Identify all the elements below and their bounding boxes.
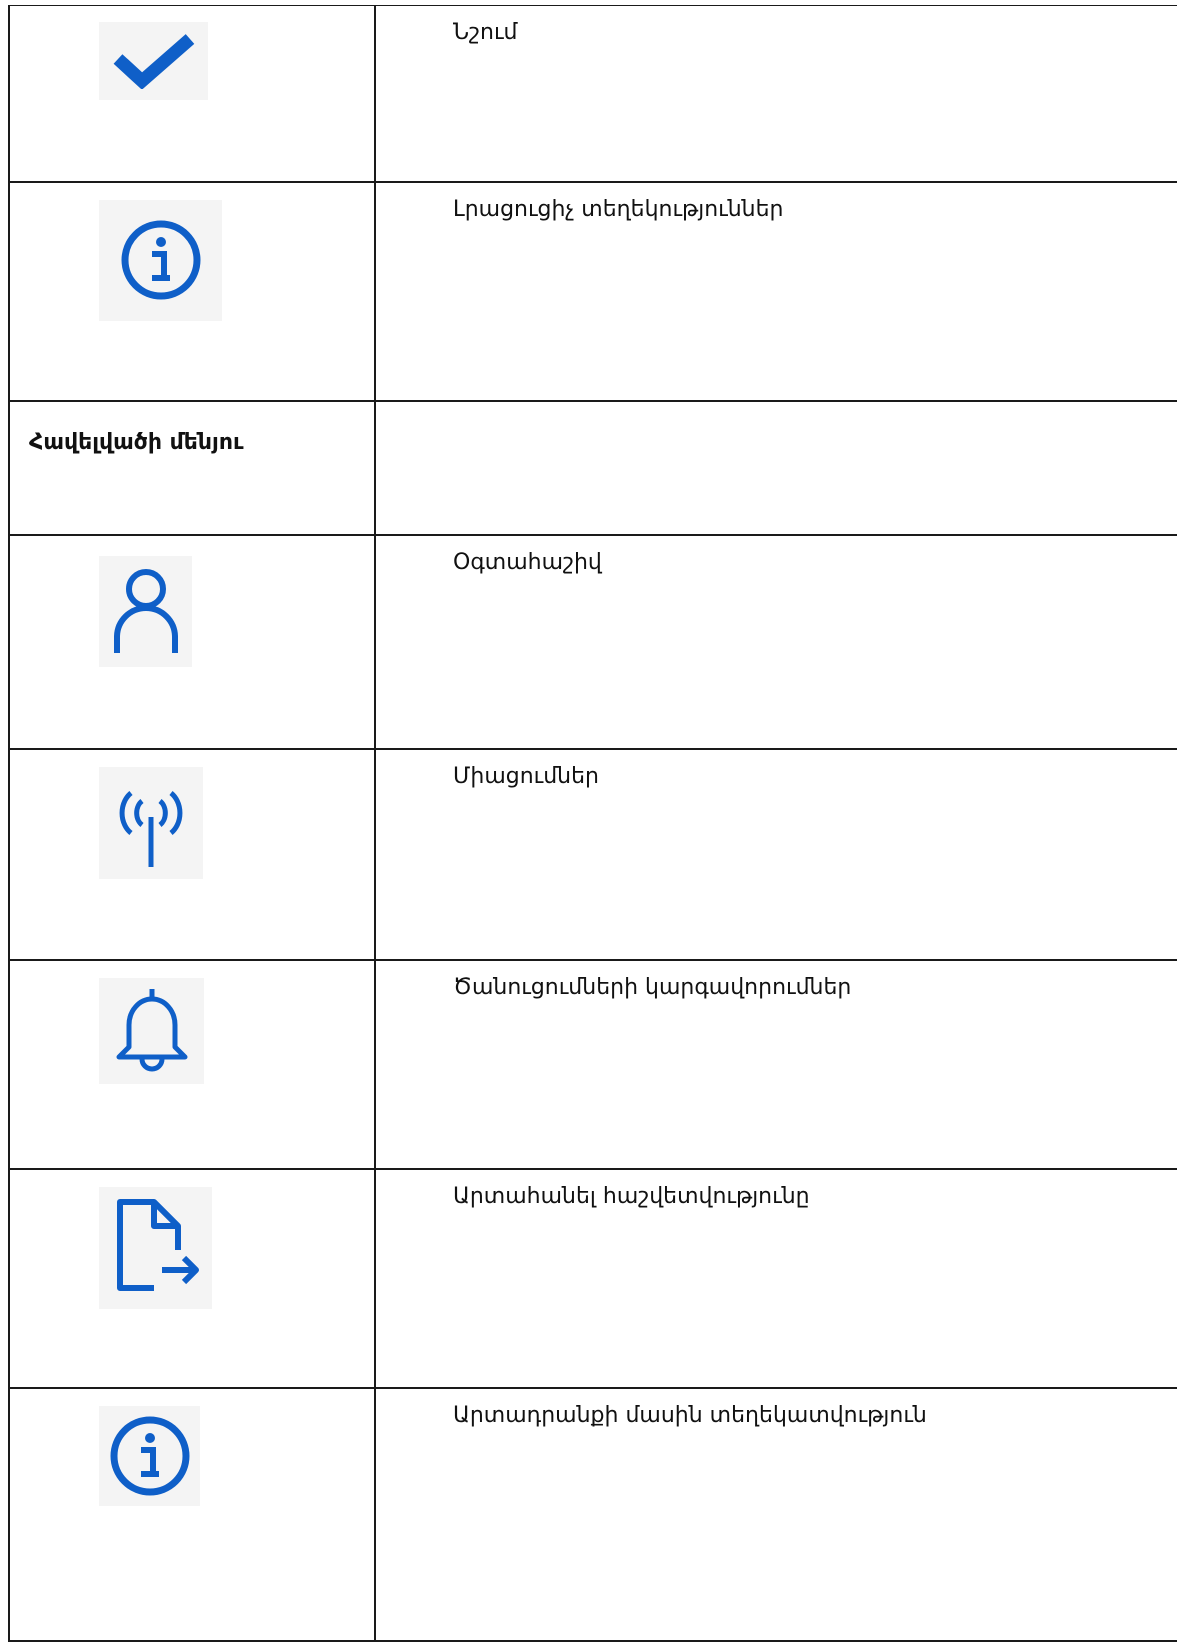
icon-cell <box>8 958 376 1170</box>
section-header-row: Հավելվածի մենյու <box>8 399 1177 536</box>
export-tile <box>99 1186 212 1309</box>
info-tile <box>99 199 222 321</box>
description-cell: Օգտահաշիվ <box>374 533 1177 750</box>
icon-cell <box>8 747 376 961</box>
checkmark-icon <box>113 34 194 89</box>
description-cell: Միացումներ <box>374 747 1177 961</box>
export-document-icon <box>116 1198 199 1291</box>
description-cell: Արտահանել հաշվետվությունը <box>374 1167 1177 1389</box>
icon-legend-table: Նշում Լրացուցիչ տեղեկություններ Հավելված… <box>8 5 1177 1642</box>
checkmark-tile <box>99 22 208 100</box>
description-cell: Նշում <box>374 5 1177 183</box>
info-icon <box>110 1416 189 1495</box>
table-row: Ծանուցումների կարգավորումներ <box>8 958 1177 1170</box>
description-cell: Լրացուցիչ տեղեկություններ <box>374 180 1177 402</box>
table-row: Արտահանել հաշվետվությունը <box>8 1167 1177 1389</box>
row-label: Լրացուցիչ տեղեկություններ <box>453 196 784 222</box>
table-row: Լրացուցիչ տեղեկություններ <box>8 180 1177 402</box>
row-label: Նշում <box>453 20 518 45</box>
icon-cell <box>8 533 376 750</box>
row-label: Արտադրանքի մասին տեղեկատվություն <box>453 1402 927 1428</box>
row-label: Ծանուցումների կարգավորումներ <box>453 974 852 1000</box>
empty-cell <box>374 399 1177 536</box>
bell-tile <box>99 977 204 1084</box>
table-row: Միացումներ <box>8 747 1177 961</box>
info-tile <box>99 1405 200 1506</box>
description-cell: Արտադրանքի մասին տեղեկատվություն <box>374 1386 1177 1642</box>
row-label: Միացումներ <box>453 763 599 789</box>
table-row: Օգտահաշիվ <box>8 533 1177 750</box>
description-cell: Ծանուցումների կարգավորումներ <box>374 958 1177 1170</box>
table-row: Արտադրանքի մասին տեղեկատվություն <box>8 1386 1177 1642</box>
table-row: Նշում <box>8 5 1177 183</box>
icon-cell <box>8 1167 376 1389</box>
icon-cell <box>8 1386 376 1642</box>
antenna-tile <box>99 766 203 879</box>
info-icon <box>121 220 200 300</box>
section-header-cell: Հավելվածի մենյու <box>8 399 376 536</box>
user-tile <box>99 555 192 667</box>
icon-cell <box>8 5 376 183</box>
user-icon <box>113 569 178 653</box>
icon-cell <box>8 180 376 402</box>
section-title: Հավելվածի մենյու <box>29 429 244 455</box>
row-label: Օգտահաշիվ <box>453 549 602 575</box>
row-label: Արտահանել հաշվետվությունը <box>453 1183 810 1209</box>
antenna-icon <box>119 790 183 867</box>
bell-icon <box>116 988 187 1071</box>
